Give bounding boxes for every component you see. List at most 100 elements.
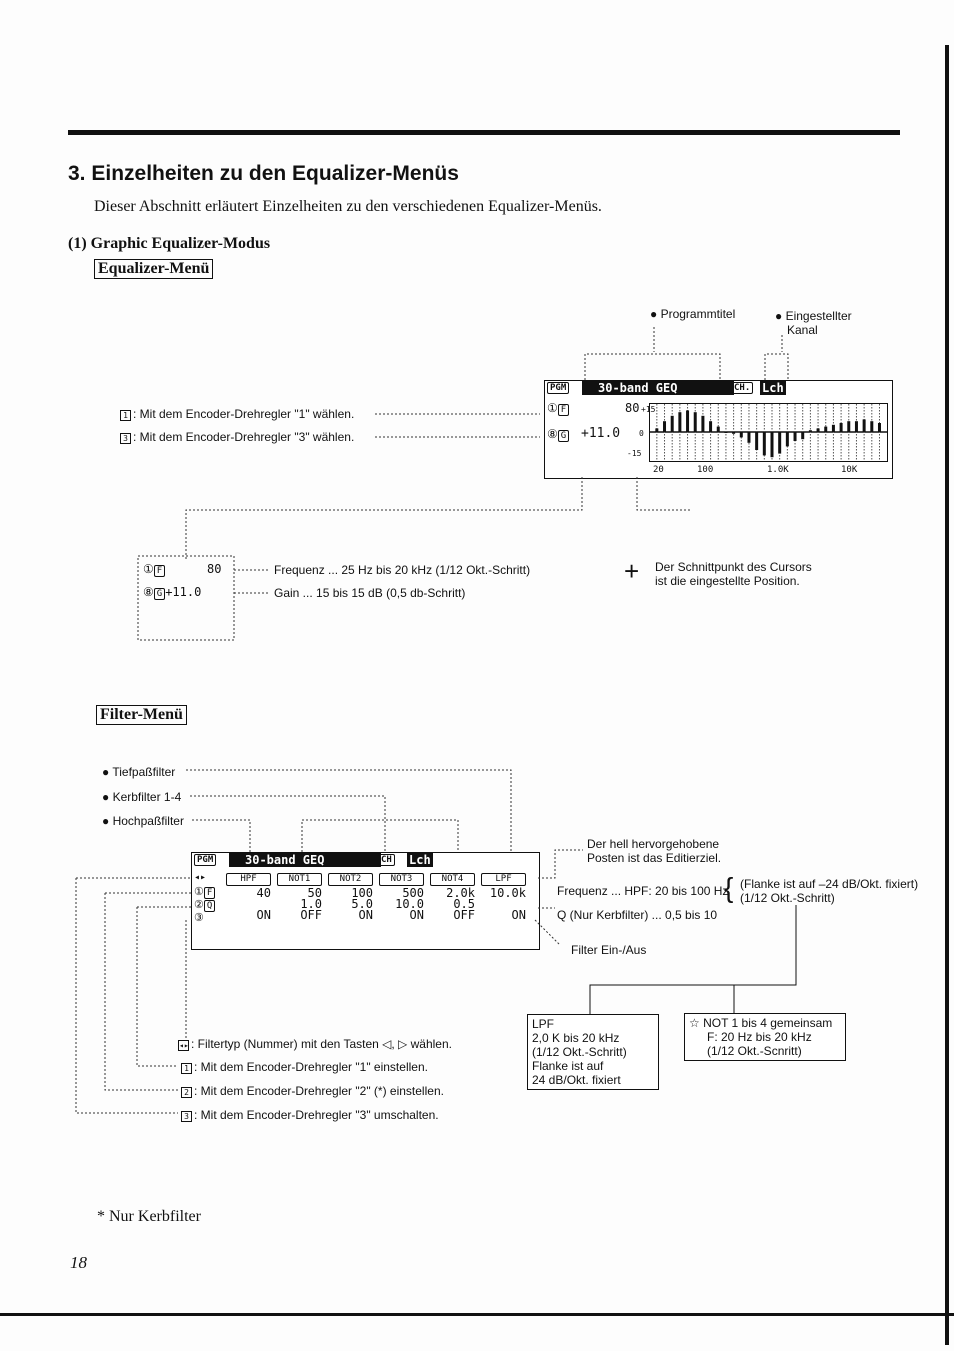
- filter-freq-desc: Frequenz ... HPF: 20 bis 100 Hz: [557, 884, 729, 898]
- band-bar: [701, 415, 705, 432]
- filter-tab-2[interactable]: NOT2: [328, 873, 373, 886]
- band-bar: [747, 432, 751, 443]
- callout-channel-2: Kanal: [787, 323, 818, 337]
- band-bar: [877, 423, 881, 432]
- y-bottom-label: -15: [627, 449, 642, 458]
- cursor-desc-2: ist die eingestellte Position.: [655, 574, 800, 588]
- eq-note-3: : Mit dem Encoder-Drehregler "3" wählen.: [133, 430, 355, 444]
- key-1-icon: 1: [120, 410, 131, 421]
- g-key: G: [557, 430, 570, 442]
- lpf-line: LPF: [532, 1017, 555, 1031]
- x-tick-1k: 1.0K: [767, 465, 789, 475]
- lpf-line: (1/12 Okt.-Schritt): [532, 1045, 627, 1059]
- intro-text: Dieser Abschnitt erläutert Einzelheiten …: [94, 198, 602, 215]
- x-tick-10k: 10K: [841, 465, 858, 475]
- brace-icon: {: [724, 872, 734, 903]
- notch-line: (1/12 Okt.-Scnritt): [707, 1044, 802, 1058]
- gain-value: +11.0: [581, 426, 621, 441]
- cursor-desc: Der Schnittpunkt des Cursors: [655, 560, 812, 574]
- ch-tag: CH.: [731, 382, 754, 394]
- filter-tab-0[interactable]: HPF: [226, 873, 271, 886]
- band-bar: [670, 415, 674, 432]
- program-title: 30-band GEQ: [582, 381, 734, 395]
- band-bar: [854, 421, 858, 432]
- bullet-hpf: ● Hochpaßfilter: [102, 814, 184, 828]
- program-title: 30-band GEQ: [229, 853, 381, 867]
- x-tick-20: 20: [653, 465, 664, 475]
- filter-note-1: : Mit dem Encoder-Drehregler "1" einstel…: [194, 1060, 428, 1074]
- lpf-info-box: LPF 2,0 K bis 20 kHz (1/12 Okt.-Schritt)…: [527, 1014, 659, 1090]
- arrows-key-icon: ◂▸: [194, 872, 207, 883]
- band-bar: [808, 430, 812, 432]
- lpf-line: 24 dB/Okt. fixiert: [532, 1073, 621, 1087]
- filter-tab-3[interactable]: NOT3: [379, 873, 424, 886]
- band-bar: [709, 421, 713, 432]
- filter-state-value: ON: [511, 908, 526, 922]
- highlight-note: Der hell hervorgehobene: [587, 837, 720, 851]
- cursor-cross-icon: +: [624, 556, 640, 586]
- key-1-icon: 1: [181, 1063, 192, 1074]
- bottom-rule: [0, 1313, 954, 1316]
- band-bar: [839, 423, 843, 432]
- band-bar: [847, 421, 851, 432]
- band-bar: [862, 419, 866, 432]
- q-key: Q: [203, 900, 216, 912]
- band-bar: [816, 428, 820, 432]
- f-key: F: [557, 404, 570, 416]
- bullet-notch: ● Kerbfilter 1-4: [102, 790, 182, 804]
- band-bar: [724, 432, 728, 433]
- freq-value: 80: [625, 401, 640, 415]
- filter-state-value: ON: [409, 908, 424, 922]
- y-mid-label: 0: [639, 429, 644, 438]
- section-title: 3. Einzelheiten zu den Equalizer-Menüs: [68, 162, 459, 185]
- channel-value: Lch: [760, 381, 786, 395]
- filter-state-value: ON: [256, 908, 271, 922]
- filter-tab-4[interactable]: NOT4: [430, 873, 475, 886]
- band-bar: [824, 426, 828, 432]
- notch-line: ☆ NOT 1 bis 4 gemeinsam: [689, 1016, 833, 1030]
- filter-tab-5[interactable]: LPF: [481, 873, 526, 886]
- filter-freq-value: 10.0k: [489, 886, 526, 900]
- highlight-note-2: Posten ist das Editierziel.: [587, 851, 722, 865]
- filter-state-value: OFF: [453, 908, 475, 922]
- band-bar: [739, 432, 743, 438]
- freq-note-1: (Flanke ist auf –24 dB/Okt. fixiert): [740, 877, 919, 891]
- band-bar: [755, 432, 759, 450]
- band-bar: [762, 432, 766, 456]
- band-bar: [663, 421, 667, 432]
- band-bar: [870, 421, 874, 432]
- filter-note-3: : Mit dem Encoder-Drehregler "3" umschal…: [194, 1108, 439, 1122]
- band-bar: [770, 432, 774, 458]
- freq-note-2: (1/12 Okt.-Schritt): [740, 891, 835, 905]
- band-bar: [686, 410, 690, 432]
- footnote: * Nur Kerbfilter: [97, 1208, 201, 1225]
- x-tick-100: 100: [697, 465, 714, 475]
- pgm-tag: PGM: [547, 382, 570, 394]
- band-bar: [785, 432, 789, 447]
- gain-desc: Gain ... 15 bis 15 dB (0,5 db-Schritt): [274, 586, 466, 600]
- band-bar: [716, 426, 720, 432]
- callout-channel: ● Eingestellter: [775, 309, 852, 323]
- filter-lcd-display: PGM 30-band GEQ CH Lch ◂▸ HPF NOT1 NOT2 NOT…: [191, 852, 540, 950]
- eq-menu-label: Equalizer-Menü: [94, 259, 214, 279]
- inset-gain: +11.0: [165, 585, 202, 599]
- onoff-desc: Filter Ein-/Aus: [571, 943, 647, 957]
- eq-graph: [649, 403, 888, 462]
- key-3-icon: 3: [181, 1111, 192, 1122]
- manual-page: 3. Einzelheiten zu den Equalizer-Menüs D…: [0, 0, 954, 1351]
- filter-state-value: OFF: [300, 908, 322, 922]
- band-bar: [655, 428, 659, 432]
- notch-info-box: ☆ NOT 1 bis 4 gemeinsam F: 20 Hz bis 20 …: [684, 1013, 846, 1061]
- callout-program-title: ● Programmtitel: [650, 307, 736, 321]
- lpf-line: Flanke ist auf: [532, 1059, 604, 1073]
- band-bar: [793, 432, 797, 441]
- key-3-icon: 3: [120, 433, 131, 444]
- eq-note-1: : Mit dem Encoder-Drehregler "1" wählen.: [133, 407, 355, 421]
- filter-note-2: : Mit dem Encoder-Drehregler "2" (*) ein…: [194, 1084, 444, 1098]
- page-number: 18: [70, 1253, 87, 1272]
- top-rule: [68, 130, 900, 135]
- band-bar: [831, 424, 835, 432]
- page-edge: [945, 45, 949, 1345]
- filter-tab-1[interactable]: NOT1: [277, 873, 322, 886]
- notch-line: F: 20 Hz bis 20 kHz: [707, 1030, 812, 1044]
